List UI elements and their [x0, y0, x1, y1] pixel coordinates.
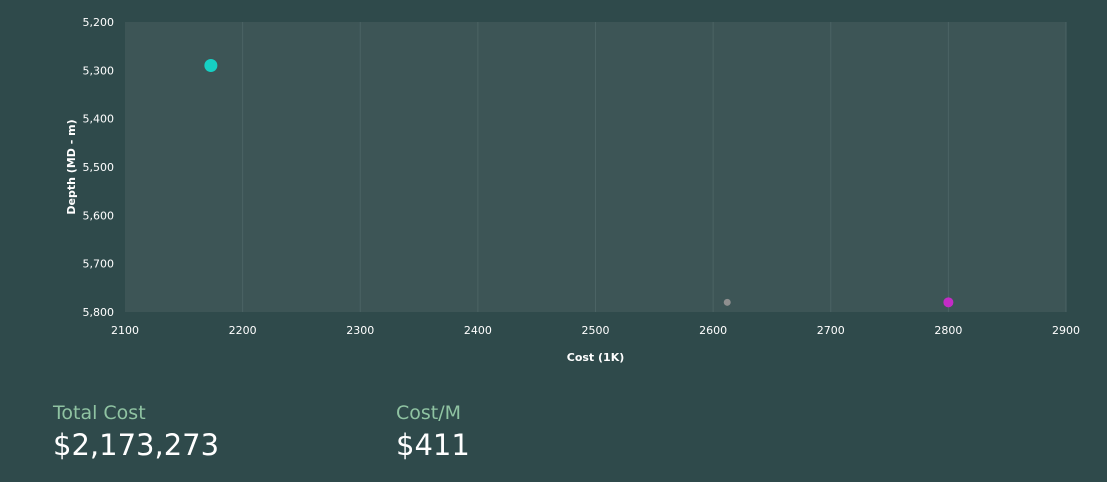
y-axis-label: Depth (MD - m): [65, 119, 78, 214]
y-tick-label: 5,500: [83, 161, 115, 174]
x-tick-label: 2200: [229, 324, 257, 337]
total-cost-label: Total Cost: [53, 402, 146, 424]
cost-per-m-label: Cost/M: [396, 402, 462, 424]
total-cost-metric: Total Cost $2,173,273: [53, 400, 219, 464]
scatter-chart: 2100 2200 2300 2400 2500 2600 2700 2800 2900 5,2…: [65, 16, 1080, 364]
x-tick-label: 2800: [934, 324, 962, 337]
y-tick-label: 5,200: [83, 16, 115, 29]
x-tick-label: 2700: [817, 324, 845, 337]
x-axis-ticks: 2100 2200 2300 2400 2500 2600 2700 2800 2900: [111, 324, 1080, 337]
data-point[interactable]: [723, 298, 731, 306]
total-cost-value: $2,173,273: [53, 428, 220, 462]
x-tick-label: 2900: [1052, 324, 1080, 337]
cost-per-m-value: $411: [396, 428, 470, 462]
y-tick-label: 5,400: [83, 113, 115, 126]
y-tick-label: 5,300: [83, 64, 115, 77]
x-tick-label: 2500: [582, 324, 610, 337]
x-tick-label: 2100: [111, 324, 139, 337]
cost-per-m-metric: Cost/M $411: [396, 400, 470, 464]
y-tick-label: 5,800: [83, 306, 115, 319]
y-axis-ticks: 5,200 5,300 5,400 5,500 5,600 5,700 5,800: [83, 16, 115, 319]
y-tick-label: 5,700: [83, 258, 115, 271]
x-tick-label: 2400: [464, 324, 492, 337]
x-axis-label: Cost (1K): [567, 351, 625, 364]
y-tick-label: 5,600: [83, 209, 115, 222]
data-point[interactable]: [204, 59, 218, 72]
data-point[interactable]: [943, 297, 954, 308]
x-tick-label: 2600: [699, 324, 727, 337]
x-tick-label: 2300: [346, 324, 374, 337]
